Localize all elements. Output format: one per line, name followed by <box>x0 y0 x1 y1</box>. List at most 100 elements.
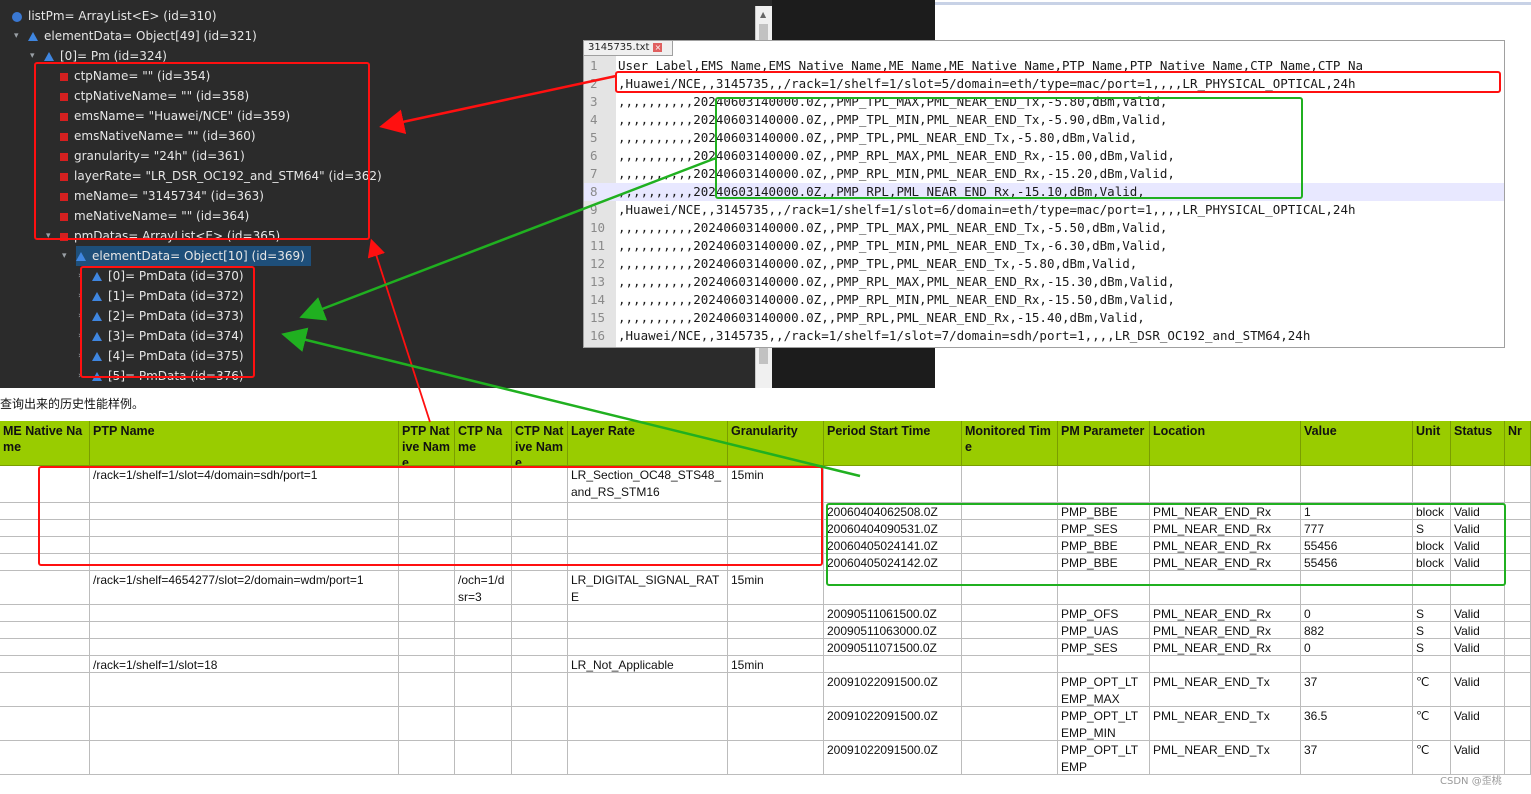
debug-tree-row[interactable]: emsNativeName= "" (id=360) <box>60 126 256 146</box>
expand-toggle-icon[interactable]: › <box>78 366 82 386</box>
table-cell[interactable] <box>728 605 824 622</box>
table-cell[interactable] <box>399 656 455 673</box>
table-cell[interactable] <box>512 605 568 622</box>
table-cell[interactable] <box>568 554 728 571</box>
table-cell[interactable] <box>1150 571 1301 605</box>
table-cell[interactable]: PMP_SES <box>1058 639 1150 656</box>
table-cell[interactable]: 20090511061500.0Z <box>824 605 962 622</box>
table-cell[interactable]: PML_NEAR_END_Rx <box>1150 503 1301 520</box>
table-cell[interactable]: PML_NEAR_END_Rx <box>1150 537 1301 554</box>
table-cell[interactable]: 36.5 <box>1301 707 1413 741</box>
table-cell[interactable] <box>962 605 1058 622</box>
table-cell[interactable] <box>455 656 512 673</box>
expand-toggle-icon[interactable]: › <box>78 346 82 366</box>
table-cell[interactable] <box>568 622 728 639</box>
table-cell[interactable] <box>512 503 568 520</box>
table-cell[interactable] <box>512 537 568 554</box>
table-cell[interactable] <box>512 673 568 707</box>
table-cell[interactable] <box>1505 622 1531 639</box>
table-cell[interactable] <box>824 571 962 605</box>
table-cell[interactable] <box>728 707 824 741</box>
table-cell[interactable]: ℃ <box>1413 707 1451 741</box>
table-cell[interactable] <box>1505 707 1531 741</box>
table-cell[interactable] <box>568 741 728 775</box>
table-cell[interactable] <box>962 554 1058 571</box>
column-header[interactable]: PTP Name <box>90 421 399 466</box>
column-header[interactable]: Status <box>1451 421 1505 466</box>
table-cell[interactable]: Valid <box>1451 537 1505 554</box>
table-cell[interactable] <box>728 554 824 571</box>
table-cell[interactable] <box>512 554 568 571</box>
editor-line[interactable]: 6 ,,,,,,,,,,20240603140000.0Z,,PMP_RPL_MA… <box>584 147 1504 165</box>
table-cell[interactable] <box>1150 466 1301 503</box>
table-cell[interactable]: Valid <box>1451 707 1505 741</box>
table-cell[interactable] <box>1505 520 1531 537</box>
table-cell[interactable] <box>399 537 455 554</box>
expand-toggle-icon[interactable]: › <box>78 266 82 286</box>
debug-tree-row[interactable]: › [4]= PmData (id=375) <box>78 346 244 366</box>
expand-toggle-icon[interactable]: › <box>78 306 82 326</box>
table-cell[interactable]: 20091022091500.0Z <box>824 673 962 707</box>
table-cell[interactable]: PMP_BBE <box>1058 537 1150 554</box>
expand-toggle-icon[interactable]: › <box>78 286 82 306</box>
debug-tree-row[interactable]: ▾ pmDatas= ArrayList<E> (id=365) <box>46 226 280 246</box>
table-cell[interactable] <box>728 503 824 520</box>
table-cell[interactable] <box>512 741 568 775</box>
table-cell[interactable]: 20060405024141.0Z <box>824 537 962 554</box>
table-cell[interactable]: PMP_BBE <box>1058 503 1150 520</box>
table-cell[interactable]: block <box>1413 554 1451 571</box>
table-cell[interactable] <box>568 520 728 537</box>
table-cell[interactable]: 882 <box>1301 622 1413 639</box>
table-cell[interactable]: /rack=1/shelf=1/slot=18 <box>90 656 399 673</box>
debug-tree-row[interactable]: meName= "3145734" (id=363) <box>60 186 264 206</box>
table-cell[interactable] <box>399 673 455 707</box>
table-cell[interactable] <box>399 520 455 537</box>
table-cell[interactable]: ℃ <box>1413 673 1451 707</box>
table-cell[interactable] <box>1301 656 1413 673</box>
table-cell[interactable] <box>90 537 399 554</box>
table-cell[interactable] <box>90 622 399 639</box>
table-cell[interactable] <box>824 656 962 673</box>
table-cell[interactable] <box>399 571 455 605</box>
table-cell[interactable] <box>1505 741 1531 775</box>
table-cell[interactable]: Valid <box>1451 554 1505 571</box>
editor-line[interactable]: 3 ,,,,,,,,,,20240603140000.0Z,,PMP_TPL_MA… <box>584 93 1504 111</box>
table-cell[interactable]: 20091022091500.0Z <box>824 707 962 741</box>
table-cell[interactable] <box>455 673 512 707</box>
table-cell[interactable]: 777 <box>1301 520 1413 537</box>
editor-tab[interactable]: 3145735.txt × <box>584 41 673 56</box>
table-cell[interactable] <box>824 466 962 503</box>
table-cell[interactable] <box>1505 656 1531 673</box>
debug-tree-row[interactable]: › [1]= PmData (id=372) <box>78 286 244 306</box>
table-cell[interactable] <box>0 673 90 707</box>
table-cell[interactable] <box>1451 466 1505 503</box>
table-cell[interactable] <box>1505 503 1531 520</box>
table-cell[interactable] <box>455 639 512 656</box>
column-header[interactable]: Period Start Time <box>824 421 962 466</box>
table-cell[interactable] <box>399 639 455 656</box>
table-cell[interactable]: 20060404090531.0Z <box>824 520 962 537</box>
table-cell[interactable]: 0 <box>1301 605 1413 622</box>
table-cell[interactable]: PML_NEAR_END_Rx <box>1150 639 1301 656</box>
table-cell[interactable]: 15min <box>728 466 824 503</box>
table-cell[interactable] <box>90 673 399 707</box>
table-cell[interactable] <box>568 639 728 656</box>
table-cell[interactable] <box>1150 656 1301 673</box>
editor-line[interactable]: 13 ,,,,,,,,,,20240603140000.0Z,,PMP_RPL_M… <box>584 273 1504 291</box>
table-cell[interactable] <box>455 466 512 503</box>
table-cell[interactable] <box>0 466 90 503</box>
table-cell[interactable]: /rack=1/shelf=4654277/slot=2/domain=wdm/… <box>90 571 399 605</box>
table-cell[interactable]: /rack=1/shelf=1/slot=4/domain=sdh/port=1 <box>90 466 399 503</box>
table-cell[interactable]: LR_Not_Applicable <box>568 656 728 673</box>
expand-toggle-icon[interactable]: ▾ <box>14 26 19 46</box>
table-cell[interactable] <box>1413 466 1451 503</box>
table-cell[interactable] <box>1058 571 1150 605</box>
table-cell[interactable]: 37 <box>1301 673 1413 707</box>
close-tab-icon[interactable]: × <box>653 43 663 52</box>
editor-line[interactable]: 14 ,,,,,,,,,,20240603140000.0Z,,PMP_RPL_M… <box>584 291 1504 309</box>
debug-tree-row[interactable]: › [0]= PmData (id=370) <box>78 266 244 286</box>
table-cell[interactable]: PMP_OPT_LTEMP_MAX <box>1058 673 1150 707</box>
table-cell[interactable]: S <box>1413 520 1451 537</box>
editor-line[interactable]: 9 ,Huawei/NCE,,3145735,,/rack=1/shelf=1/s… <box>584 201 1504 219</box>
debug-tree-row[interactable]: ▾ [0]= Pm (id=324) <box>30 46 167 66</box>
